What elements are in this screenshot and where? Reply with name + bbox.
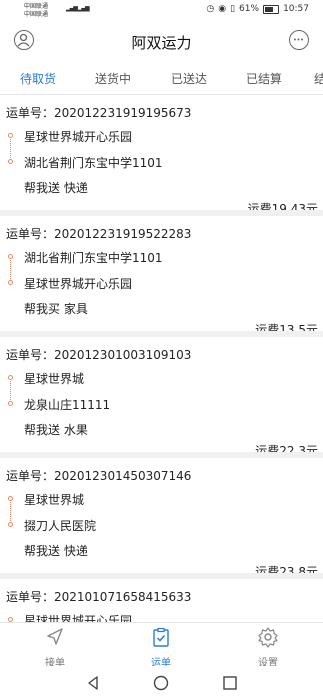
recents-icon[interactable]: [221, 674, 239, 692]
back-icon[interactable]: [84, 674, 102, 692]
location-icon: ◉: [218, 4, 227, 14]
status-right: ◷ ◉ ▯ 61% 10:57: [206, 4, 309, 14]
dropoff-dot-icon: [8, 280, 13, 285]
gear-icon: [258, 627, 278, 648]
order-type: 帮我送 快递: [24, 544, 88, 558]
home-icon[interactable]: [152, 674, 170, 692]
pickup-address: 星球世界城开心乐园: [24, 614, 133, 622]
send-arrow-icon: [47, 628, 63, 645]
tab-more[interactable]: 结: [314, 70, 323, 87]
page-title: 阿双运力: [131, 34, 192, 52]
dropoff-dot-icon: [8, 522, 13, 527]
order-card[interactable]: 运单号：202012301450307146 星球世界城 掇刀人民医院 帮我送 …: [0, 458, 323, 579]
battery-percent: 61%: [239, 4, 260, 14]
pickup-dot-icon: [8, 254, 13, 259]
pickup-dot-icon: [8, 496, 13, 501]
route-line: [10, 502, 11, 521]
order-card[interactable]: 运单号：202101071658415633 星球世界城开心乐园: [0, 579, 323, 622]
dropoff-address: 湖北省荆门东宝中学1101: [24, 156, 163, 170]
message-icon[interactable]: [289, 30, 309, 50]
route-line: [10, 139, 11, 158]
tab-delivered[interactable]: 已送达: [171, 70, 207, 87]
route-line: [10, 381, 11, 400]
alarm-icon: ◷: [206, 4, 215, 14]
pickup-dot-icon: [8, 375, 13, 380]
carrier-1: 中国联通: [24, 3, 49, 10]
order-number: 运单号：202012231919195673: [6, 106, 192, 120]
dropoff-address: 星球世界城开心乐园: [24, 277, 133, 291]
nav-accept-orders[interactable]: 接单: [25, 626, 85, 669]
dropoff-dot-icon: [8, 401, 13, 406]
system-nav-bar: [0, 666, 323, 700]
order-list: 运单号：202012231919195673 星球世界城开心乐园 湖北省荆门东宝…: [0, 95, 323, 622]
order-number: 运单号：202012301003109103: [6, 348, 192, 362]
vibrate-icon: ▯: [230, 4, 236, 14]
order-card[interactable]: 运单号：202012231919522283 湖北省荆门东宝中学1101 星球世…: [0, 216, 323, 337]
dropoff-address: 龙泉山庄11111: [24, 398, 111, 412]
status-tabs: 待取货 送货中 已送达 已结算 结: [0, 62, 323, 95]
order-number: 运单号：202012231919522283: [6, 227, 192, 241]
bottom-nav: 接单 运单 设置: [0, 622, 323, 669]
clipboard-check-icon: [153, 627, 169, 647]
pickup-address: 星球世界城: [24, 372, 85, 386]
pickup-address: 星球世界城: [24, 493, 85, 507]
order-type: 帮我送 水果: [24, 423, 88, 437]
order-card[interactable]: 运单号：202012231919195673 星球世界城开心乐园 湖北省荆门东宝…: [0, 95, 323, 216]
nav-settings[interactable]: 设置: [238, 626, 298, 669]
order-number: 运单号：202101071658415633: [6, 590, 192, 604]
pickup-address: 湖北省荆门东宝中学1101: [24, 251, 163, 265]
battery-icon: [263, 4, 280, 14]
tab-delivering[interactable]: 送货中: [95, 70, 131, 87]
signal-icon: ▂▄▆ ▂▄▆: [66, 5, 90, 12]
dropoff-dot-icon: [8, 159, 13, 164]
carrier-2: 中国联通: [24, 11, 49, 18]
route-line: [10, 260, 11, 279]
clock: 10:57: [283, 4, 309, 14]
carrier-label: 中国联通 中国联通: [24, 3, 48, 19]
status-bar: 中国联通 中国联通 ▂▄▆ ▂▄▆ ◷ ◉ ▯ 61% 10:57: [0, 0, 323, 22]
tab-settled[interactable]: 已结算: [246, 70, 282, 87]
nav-waybills[interactable]: 运单: [131, 626, 191, 669]
order-number: 运单号：202012301450307146: [6, 469, 192, 483]
order-card[interactable]: 运单号：202012301003109103 星球世界城 龙泉山庄11111 帮…: [0, 337, 323, 458]
pickup-dot-icon: [8, 133, 13, 138]
order-type: 帮我买 家具: [24, 302, 88, 316]
dropoff-address: 掇刀人民医院: [24, 519, 97, 533]
app-header: 阿双运力: [0, 22, 323, 62]
order-type: 帮我送 快递: [24, 181, 88, 195]
pickup-address: 星球世界城开心乐园: [24, 130, 133, 144]
tab-pending-pickup[interactable]: 待取货: [20, 70, 56, 87]
